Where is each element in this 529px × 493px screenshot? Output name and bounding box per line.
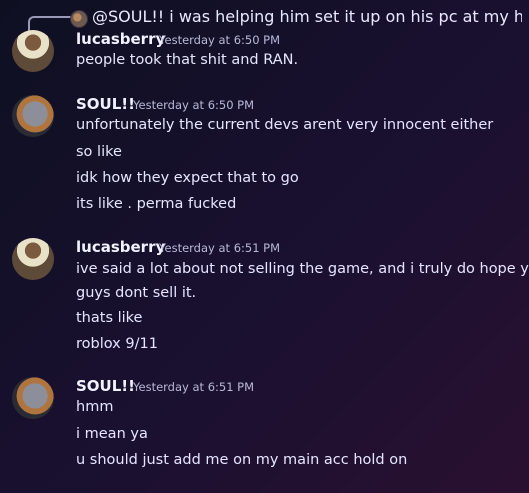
username[interactable]: SOUL!! [76, 95, 135, 113]
username[interactable]: lucasberry [76, 30, 165, 48]
username[interactable]: SOUL!! [76, 377, 135, 395]
message-text: ive said a lot about not selling the gam… [76, 261, 529, 277]
timestamp: Yesterday at 6:51 PM [133, 380, 255, 394]
message-text: i mean ya [76, 426, 148, 442]
timestamp: Yesterday at 6:51 PM [159, 241, 281, 255]
message-text: its like . perma fucked [76, 196, 237, 212]
avatar[interactable] [12, 377, 54, 419]
message-text: u should just add me on my main acc hold… [76, 452, 408, 468]
timestamp: Yesterday at 6:50 PM [159, 33, 281, 47]
message-text: hmm [76, 399, 114, 415]
message-text: unfortunately the current devs arent ver… [76, 117, 494, 133]
timestamp: Yesterday at 6:50 PM [133, 98, 255, 112]
message-text: idk how they expect that to go [76, 170, 299, 186]
avatar[interactable] [12, 30, 54, 72]
message-text: thats like [76, 310, 143, 326]
message-text: so like [76, 144, 122, 160]
message-text: guys dont sell it. [76, 285, 197, 301]
message-text: roblox 9/11 [76, 336, 158, 352]
username[interactable]: lucasberry [76, 238, 165, 256]
message-text: people took that shit and RAN. [76, 52, 299, 68]
reply-preview-text[interactable]: @SOUL!! i was helping him set it up on h… [92, 7, 522, 26]
reply-avatar[interactable] [70, 10, 88, 28]
avatar[interactable] [12, 95, 54, 137]
avatar[interactable] [12, 238, 54, 280]
